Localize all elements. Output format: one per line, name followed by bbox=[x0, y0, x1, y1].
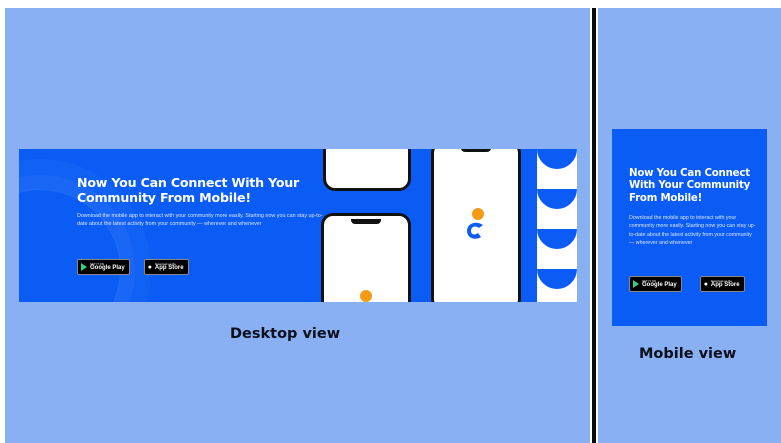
view-divider bbox=[592, 8, 596, 443]
decorative-circle bbox=[19, 189, 121, 302]
mobile-banner-description: Download the mobile app to interact with… bbox=[629, 215, 756, 247]
app-store-label: App Store bbox=[154, 265, 184, 272]
google-play-label: Google Play bbox=[90, 265, 125, 272]
google-play-icon bbox=[81, 263, 87, 271]
mobile-store-badges: GET IT ON Google Play ● Download on the … bbox=[629, 276, 745, 292]
app-logo-icon bbox=[467, 208, 484, 239]
google-play-label: Google Play bbox=[642, 282, 677, 289]
apple-icon: ● bbox=[703, 280, 708, 288]
app-logo-dot bbox=[360, 290, 372, 302]
phone-mockup-center bbox=[431, 149, 521, 302]
banner-description: Download the mobile app to interact with… bbox=[77, 213, 323, 227]
mobile-app-store-button[interactable]: ● Download on the App Store bbox=[699, 276, 745, 292]
desktop-view-label: Desktop view bbox=[230, 326, 341, 342]
mobile-view-label: Mobile view bbox=[639, 346, 737, 362]
apple-icon: ● bbox=[147, 263, 152, 271]
mobile-google-play-button[interactable]: GET IT ON Google Play bbox=[629, 276, 682, 292]
decorative-arc-pattern bbox=[537, 149, 577, 302]
app-store-button[interactable]: ● Download on the App Store bbox=[143, 259, 189, 275]
mobile-banner: Now You Can Connect With Your Community … bbox=[612, 129, 767, 326]
google-play-icon bbox=[633, 280, 639, 288]
phone-mockup-bottom bbox=[321, 213, 411, 302]
app-store-label: App Store bbox=[710, 282, 740, 289]
banner-title: Now You Can Connect With Your Community … bbox=[77, 175, 300, 205]
mobile-banner-title: Now You Can Connect With Your Community … bbox=[629, 168, 751, 204]
desktop-banner: Now You Can Connect With Your Community … bbox=[19, 149, 577, 302]
phone-mockup-top bbox=[323, 149, 411, 191]
store-badges: GET IT ON Google Play ● Download on the … bbox=[77, 259, 189, 275]
google-play-button[interactable]: GET IT ON Google Play bbox=[77, 259, 130, 275]
